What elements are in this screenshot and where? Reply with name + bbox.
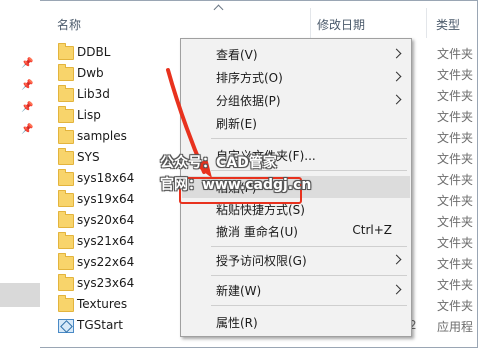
pin-icon[interactable]: 📌 bbox=[21, 124, 33, 135]
file-name: Dwb bbox=[77, 66, 104, 80]
file-type: 文件夹 bbox=[437, 299, 474, 313]
file-name: sys23x64 bbox=[77, 276, 135, 290]
column-name[interactable]: 名称 bbox=[57, 16, 81, 33]
menu-item-label: 新建(W) bbox=[216, 284, 262, 298]
column-divider[interactable] bbox=[426, 8, 427, 38]
chevron-right-icon bbox=[391, 254, 402, 265]
folder-icon bbox=[58, 64, 74, 81]
chevron-right-icon bbox=[391, 94, 402, 105]
pin-icon[interactable]: 📌 bbox=[21, 102, 33, 113]
menu-item-grant-access[interactable]: 授予访问权限(G) bbox=[182, 249, 410, 271]
file-type: 文件夹 bbox=[437, 152, 474, 166]
folder-icon bbox=[58, 43, 74, 60]
file-type: 文件夹 bbox=[437, 257, 474, 271]
file-type: 文件夹 bbox=[437, 236, 474, 250]
column-type[interactable]: 类型 bbox=[436, 16, 460, 33]
chevron-right-icon bbox=[391, 48, 402, 59]
file-type: 文件夹 bbox=[437, 68, 474, 82]
file-type: 应用程 bbox=[437, 320, 474, 334]
pin-icon[interactable]: 📌 bbox=[21, 80, 33, 91]
folder-icon bbox=[58, 253, 74, 270]
menu-item-refresh[interactable]: 刷新(E) bbox=[182, 112, 410, 134]
file-name: TGStart bbox=[77, 318, 123, 332]
chevron-right-icon bbox=[391, 71, 402, 82]
file-name: Textures bbox=[77, 297, 128, 311]
menu-separator bbox=[211, 305, 407, 306]
menu-item-new[interactable]: 新建(W) bbox=[182, 279, 410, 301]
menu-item-label: 排序方式(O) bbox=[216, 71, 283, 85]
folder-icon bbox=[58, 190, 74, 207]
watermark-line1: 公众号：CAD管家 bbox=[160, 155, 277, 171]
menu-item-label: 撤消 重命名(U) bbox=[216, 225, 298, 239]
folder-icon bbox=[58, 148, 74, 165]
menu-item-label: 查看(V) bbox=[216, 48, 258, 62]
sort-ascending-icon[interactable] bbox=[213, 4, 224, 15]
menu-item-group[interactable]: 分组依据(P) bbox=[182, 89, 410, 111]
file-type: 文件夹 bbox=[437, 215, 474, 229]
file-type: 文件夹 bbox=[437, 194, 474, 208]
file-name: Lib3d bbox=[77, 87, 110, 101]
watermark-line2: 官网：www.cadgj.cn bbox=[160, 177, 312, 193]
file-name: sys20x64 bbox=[77, 213, 135, 227]
folder-icon bbox=[58, 232, 74, 249]
file-name: Lisp bbox=[77, 108, 101, 122]
pin-icon[interactable]: 📌 bbox=[21, 58, 33, 69]
menu-separator bbox=[211, 138, 407, 139]
menu-item-label: 分组依据(P) bbox=[216, 94, 281, 108]
menu-item-label: 刷新(E) bbox=[216, 117, 257, 131]
menu-item-undo-rename[interactable]: 撤消 重命名(U) Ctrl+Z bbox=[182, 220, 410, 242]
file-name: DDBL bbox=[77, 45, 111, 59]
menu-item-label: 属性(R) bbox=[216, 316, 258, 330]
file-name: samples bbox=[77, 129, 127, 143]
file-type: 文件夹 bbox=[437, 131, 474, 145]
menu-item-label: 授予访问权限(G) bbox=[216, 254, 307, 268]
app-icon bbox=[58, 319, 74, 333]
menu-item-properties[interactable]: 属性(R) bbox=[182, 311, 410, 333]
file-type: 文件夹 bbox=[437, 278, 474, 292]
file-name: SYS bbox=[77, 150, 100, 164]
chevron-right-icon bbox=[391, 284, 402, 295]
folder-icon bbox=[58, 127, 74, 144]
file-name: sys19x64 bbox=[77, 192, 135, 206]
column-divider[interactable] bbox=[310, 8, 311, 38]
file-type: 文件夹 bbox=[437, 89, 474, 103]
folder-icon bbox=[58, 211, 74, 228]
menu-separator bbox=[211, 246, 407, 247]
menu-item-shortcut: Ctrl+Z bbox=[352, 223, 392, 237]
file-type: 文件夹 bbox=[437, 173, 474, 187]
folder-icon bbox=[58, 295, 74, 312]
folder-icon bbox=[58, 106, 74, 123]
folder-icon bbox=[58, 85, 74, 102]
folder-icon bbox=[58, 169, 74, 186]
menu-item-sort[interactable]: 排序方式(O) bbox=[182, 66, 410, 88]
navigation-pane[interactable]: 📌 📌 📌 📌 bbox=[0, 0, 40, 348]
folder-icon bbox=[58, 274, 74, 291]
column-date[interactable]: 修改日期 bbox=[317, 16, 365, 33]
file-type: 文件夹 bbox=[437, 110, 474, 124]
nav-selected-item[interactable] bbox=[0, 283, 40, 307]
file-name: sys22x64 bbox=[77, 255, 135, 269]
file-type: 文件夹 bbox=[437, 47, 474, 61]
column-header: 名称 修改日期 类型 bbox=[40, 0, 478, 38]
menu-separator bbox=[211, 275, 407, 276]
menu-item-view[interactable]: 查看(V) bbox=[182, 43, 410, 65]
file-name: sys18x64 bbox=[77, 171, 135, 185]
file-name: sys21x64 bbox=[77, 234, 135, 248]
